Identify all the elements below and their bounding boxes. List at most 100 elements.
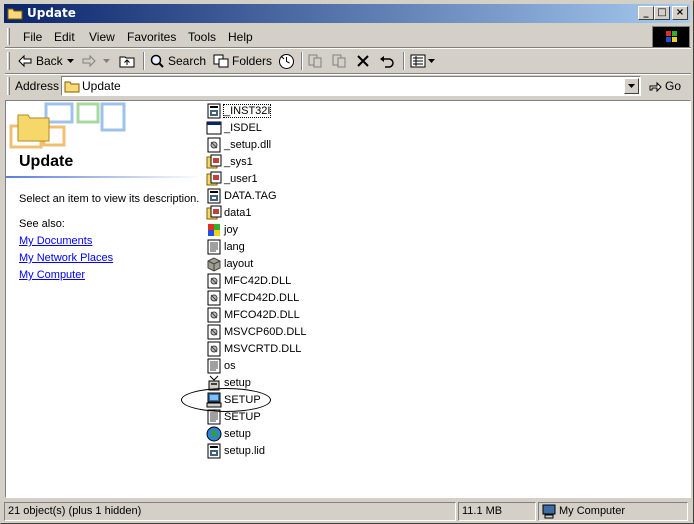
link-my-network-places[interactable]: My Network Places <box>19 252 113 264</box>
folder-icon <box>64 81 80 93</box>
file-item[interactable]: _sys1 <box>206 153 326 170</box>
address-input[interactable]: Update <box>61 76 641 96</box>
dll-icon <box>206 137 222 153</box>
file-name: MFCO42D.DLL <box>224 308 300 321</box>
cab-icon <box>206 171 222 187</box>
move-to-button[interactable] <box>307 51 323 71</box>
globe-icon <box>206 426 222 442</box>
toolbar-grip[interactable] <box>7 52 10 70</box>
file-name: data1 <box>224 206 252 219</box>
search-label: Search <box>168 54 207 68</box>
delete-button[interactable] <box>356 51 370 71</box>
go-button[interactable]: Go <box>647 77 681 95</box>
views-button[interactable] <box>410 51 435 71</box>
chevron-down-icon <box>428 59 435 63</box>
go-arrow-icon <box>649 81 662 93</box>
minimize-button[interactable]: _ <box>638 6 654 20</box>
close-button[interactable]: × <box>672 6 688 20</box>
history-button[interactable] <box>278 51 295 71</box>
toolbar-separator <box>301 52 303 70</box>
file-item[interactable]: data1 <box>206 204 326 221</box>
pane-divider <box>6 176 203 178</box>
file-item[interactable]: os <box>206 357 326 374</box>
file-name: os <box>224 359 236 372</box>
file-name: MSVCRTD.DLL <box>224 342 302 355</box>
file-item[interactable]: lang <box>206 238 326 255</box>
menu-view[interactable]: View <box>89 30 115 44</box>
back-dropdown[interactable] <box>67 51 74 71</box>
back-label: Back <box>36 54 63 68</box>
file-item[interactable]: layout <box>206 255 326 272</box>
package-icon <box>206 256 222 272</box>
file-name: setup.lid <box>224 444 265 457</box>
file-item[interactable]: setup.lid <box>206 442 326 459</box>
back-button[interactable]: Back <box>17 51 63 71</box>
menu-grip[interactable] <box>7 28 10 45</box>
file-item[interactable]: _ISDEL <box>206 119 326 136</box>
address-grip[interactable] <box>7 77 10 95</box>
search-icon <box>150 54 164 68</box>
file-name: MFC42D.DLL <box>224 274 292 287</box>
link-my-computer[interactable]: My Computer <box>19 269 85 281</box>
web-view-pane: Update Select an item to view its descri… <box>6 101 203 497</box>
file-item[interactable]: _setup.dll <box>206 136 326 153</box>
dll-icon <box>206 290 222 306</box>
content-pane: Update Select an item to view its descri… <box>5 100 691 498</box>
maximize-button[interactable]: □ <box>654 6 670 20</box>
history-icon <box>279 53 294 69</box>
address-dropdown-button[interactable] <box>624 78 639 94</box>
chevron-down-icon <box>67 59 74 63</box>
forward-button[interactable] <box>81 51 97 71</box>
forward-dropdown[interactable] <box>103 51 110 71</box>
menu-tools[interactable]: Tools <box>188 30 216 44</box>
file-name: MSVCP60D.DLL <box>224 325 307 338</box>
file-name: setup <box>224 376 251 389</box>
up-folder-icon <box>119 56 135 68</box>
standard-toolbar: Back Search Folders <box>7 49 687 73</box>
copy-to-button[interactable] <box>331 51 347 71</box>
file-name: _user1 <box>224 172 258 185</box>
menu-file[interactable]: File <box>23 30 42 44</box>
menu-edit[interactable]: Edit <box>54 30 75 44</box>
file-item[interactable]: _user1 <box>206 170 326 187</box>
file-item[interactable]: MFCD42D.DLL <box>206 289 326 306</box>
title-bar[interactable]: Update _ □ × <box>4 4 690 23</box>
pane-description: Select an item to view its description. <box>19 193 200 205</box>
file-item[interactable]: MFCO42D.DLL <box>206 306 326 323</box>
search-button[interactable]: Search <box>149 51 206 71</box>
undo-button[interactable] <box>379 51 395 71</box>
file-item[interactable]: _INST32I <box>206 102 326 119</box>
forward-arrow-icon <box>82 54 96 68</box>
file-name: DATA.TAG <box>224 189 277 202</box>
exe-icon <box>206 443 222 459</box>
ini-icon <box>206 239 222 255</box>
file-item[interactable]: MSVCP60D.DLL <box>206 323 326 340</box>
file-item[interactable]: DATA.TAG <box>206 187 326 204</box>
file-item[interactable]: MFC42D.DLL <box>206 272 326 289</box>
folder-banner-icon <box>9 102 126 149</box>
file-name: lang <box>224 240 245 253</box>
file-item[interactable]: MSVCRTD.DLL <box>206 340 326 357</box>
link-my-documents[interactable]: My Documents <box>19 235 92 247</box>
exe-icon <box>206 188 222 204</box>
up-folder-button[interactable] <box>119 51 135 71</box>
copy-to-icon <box>332 54 346 68</box>
file-item[interactable]: joy <box>206 221 326 238</box>
menu-help[interactable]: Help <box>228 30 253 44</box>
undo-icon <box>380 56 394 68</box>
explorer-window: Update _ □ × File Edit View Favorites To… <box>0 0 694 524</box>
ini-icon <box>206 358 222 374</box>
toolbar-separator <box>143 52 145 70</box>
status-object-count: 21 object(s) (plus 1 hidden) <box>4 502 456 521</box>
address-bar: Address Update Go <box>7 75 691 97</box>
status-size: 11.1 MB <box>458 502 536 521</box>
cab-icon <box>206 154 222 170</box>
file-item[interactable]: setup <box>206 425 326 442</box>
file-name: _setup.dll <box>224 138 272 151</box>
views-icon <box>410 54 426 68</box>
file-name: SETUP <box>224 410 261 423</box>
folders-button[interactable]: Folders <box>213 51 272 71</box>
menu-bar: File Edit View Favorites Tools Help <box>7 26 647 47</box>
folder-icon <box>7 8 23 20</box>
menu-favorites[interactable]: Favorites <box>127 30 176 44</box>
